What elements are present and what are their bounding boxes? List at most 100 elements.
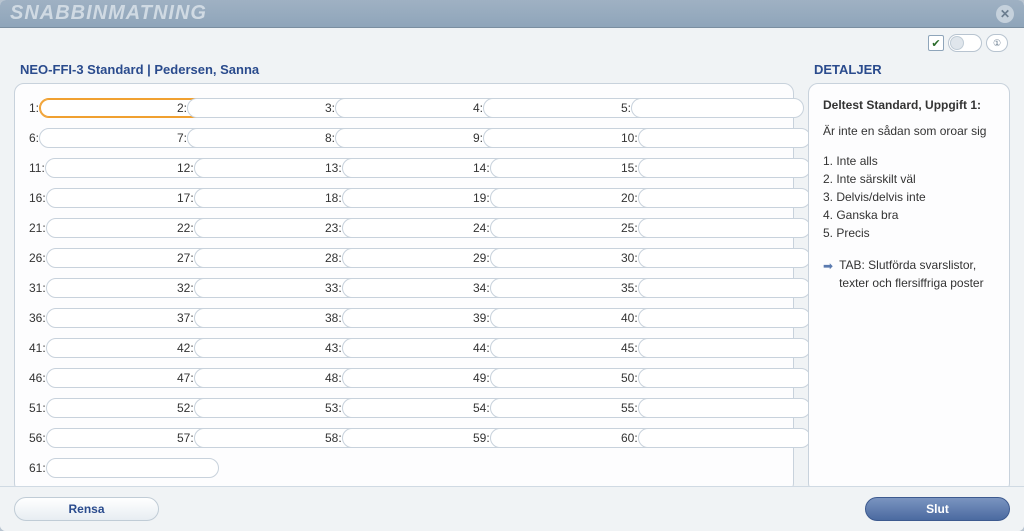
entry-label: 3: bbox=[325, 101, 335, 115]
entry-input[interactable] bbox=[638, 188, 811, 208]
validate-checkbox[interactable]: ✔ bbox=[928, 35, 944, 51]
item-counter-badge[interactable]: ① bbox=[986, 34, 1008, 52]
details-option: 3. Delvis/delvis inte bbox=[823, 188, 995, 206]
entry-label: 31: bbox=[29, 281, 46, 295]
entry-panel: 1:2:3:4:5:6:7:8:9:10:11:12:13:14:15:16:1… bbox=[14, 83, 794, 493]
entry-cell: 22: bbox=[177, 218, 317, 238]
entry-label: 35: bbox=[621, 281, 638, 295]
entry-grid: 1:2:3:4:5:6:7:8:9:10:11:12:13:14:15:16:1… bbox=[29, 98, 779, 478]
entry-label: 46: bbox=[29, 371, 46, 385]
entry-input[interactable] bbox=[638, 338, 811, 358]
entry-cell: 15: bbox=[621, 158, 761, 178]
entry-cell: 8: bbox=[325, 128, 465, 148]
entry-label: 57: bbox=[177, 431, 194, 445]
details-option: 5. Precis bbox=[823, 224, 995, 242]
entry-input[interactable] bbox=[638, 158, 811, 178]
entry-label: 18: bbox=[325, 191, 342, 205]
entry-label: 7: bbox=[177, 131, 187, 145]
footer: Rensa Slut bbox=[0, 486, 1024, 531]
details-area: DETALJER Deltest Standard, Uppgift 1: Är… bbox=[808, 60, 1010, 493]
entry-label: 52: bbox=[177, 401, 194, 415]
entry-cell: 60: bbox=[621, 428, 761, 448]
entry-cell: 44: bbox=[473, 338, 613, 358]
arrow-right-icon: ➡ bbox=[823, 257, 833, 292]
clear-button[interactable]: Rensa bbox=[14, 497, 159, 521]
entry-cell: 25: bbox=[621, 218, 761, 238]
entry-label: 43: bbox=[325, 341, 342, 355]
entry-cell: 39: bbox=[473, 308, 613, 328]
entry-label: 37: bbox=[177, 311, 194, 325]
entry-label: 42: bbox=[177, 341, 194, 355]
tab-hint: ➡ TAB: Slutförda svarslistor, texter och… bbox=[823, 256, 995, 292]
close-button[interactable]: Slut bbox=[865, 497, 1010, 521]
entry-input[interactable] bbox=[638, 398, 811, 418]
entry-label: 21: bbox=[29, 221, 46, 235]
entry-label: 15: bbox=[621, 161, 638, 175]
entry-cell: 9: bbox=[473, 128, 613, 148]
entry-input[interactable] bbox=[631, 98, 804, 118]
entry-cell: 35: bbox=[621, 278, 761, 298]
details-option: 2. Inte särskilt väl bbox=[823, 170, 995, 188]
entry-cell: 33: bbox=[325, 278, 465, 298]
toggle-switch[interactable] bbox=[948, 34, 982, 52]
entry-cell: 6: bbox=[29, 128, 169, 148]
entry-label: 2: bbox=[177, 101, 187, 115]
entry-cell: 55: bbox=[621, 398, 761, 418]
details-option: 4. Ganska bra bbox=[823, 206, 995, 224]
close-icon[interactable]: ✕ bbox=[996, 5, 1014, 23]
entry-label: 39: bbox=[473, 311, 490, 325]
entry-cell: 26: bbox=[29, 248, 169, 268]
details-question: Är inte en sådan som oroar sig bbox=[823, 122, 995, 140]
entry-cell: 36: bbox=[29, 308, 169, 328]
details-option: 1. Inte alls bbox=[823, 152, 995, 170]
entry-label: 5: bbox=[621, 101, 631, 115]
entry-label: 32: bbox=[177, 281, 194, 295]
entry-label: 16: bbox=[29, 191, 46, 205]
entry-input[interactable] bbox=[638, 128, 811, 148]
entry-label: 40: bbox=[621, 311, 638, 325]
entry-cell: 49: bbox=[473, 368, 613, 388]
entry-cell: 45: bbox=[621, 338, 761, 358]
entry-cell: 37: bbox=[177, 308, 317, 328]
entry-area: NEO-FFI-3 Standard | Pedersen, Sanna 1: 2… bbox=[14, 60, 794, 493]
entry-label: 19: bbox=[473, 191, 490, 205]
entry-cell: 48: bbox=[325, 368, 465, 388]
entry-label: 61: bbox=[29, 461, 46, 475]
entry-input[interactable] bbox=[638, 278, 811, 298]
entry-label: 22: bbox=[177, 221, 194, 235]
entry-label: 53: bbox=[325, 401, 342, 415]
entry-input[interactable] bbox=[46, 458, 219, 478]
entry-input[interactable] bbox=[638, 218, 811, 238]
entry-label: 36: bbox=[29, 311, 46, 325]
entry-input[interactable] bbox=[638, 248, 811, 268]
entry-label: 29: bbox=[473, 251, 490, 265]
tab-hint-text: TAB: Slutförda svarslistor, texter och f… bbox=[839, 256, 995, 292]
entry-cell: 27: bbox=[177, 248, 317, 268]
entry-label: 4: bbox=[473, 101, 483, 115]
entry-label: 8: bbox=[325, 131, 335, 145]
entry-input[interactable] bbox=[638, 368, 811, 388]
entry-label: 1: bbox=[29, 101, 39, 115]
entry-cell: 14: bbox=[473, 158, 613, 178]
entry-cell: 46: bbox=[29, 368, 169, 388]
entry-cell: 20: bbox=[621, 188, 761, 208]
entry-input[interactable] bbox=[638, 428, 811, 448]
entry-cell: 16: bbox=[29, 188, 169, 208]
entry-label: 11: bbox=[29, 161, 45, 175]
entry-cell: 59: bbox=[473, 428, 613, 448]
entry-cell: 3: bbox=[325, 98, 465, 118]
entry-cell: 18: bbox=[325, 188, 465, 208]
entry-label: 45: bbox=[621, 341, 638, 355]
entry-cell: 54: bbox=[473, 398, 613, 418]
entry-label: 56: bbox=[29, 431, 46, 445]
entry-cell: 51: bbox=[29, 398, 169, 418]
details-head: Deltest Standard, Uppgift 1: bbox=[823, 96, 995, 114]
entry-label: 13: bbox=[325, 161, 342, 175]
entry-cell: 13: bbox=[325, 158, 465, 178]
entry-input[interactable] bbox=[638, 308, 811, 328]
entry-label: 27: bbox=[177, 251, 194, 265]
form-title: NEO-FFI-3 Standard | Pedersen, Sanna bbox=[20, 62, 794, 77]
entry-label: 24: bbox=[473, 221, 490, 235]
entry-cell: 42: bbox=[177, 338, 317, 358]
entry-cell: 61: bbox=[29, 458, 169, 478]
